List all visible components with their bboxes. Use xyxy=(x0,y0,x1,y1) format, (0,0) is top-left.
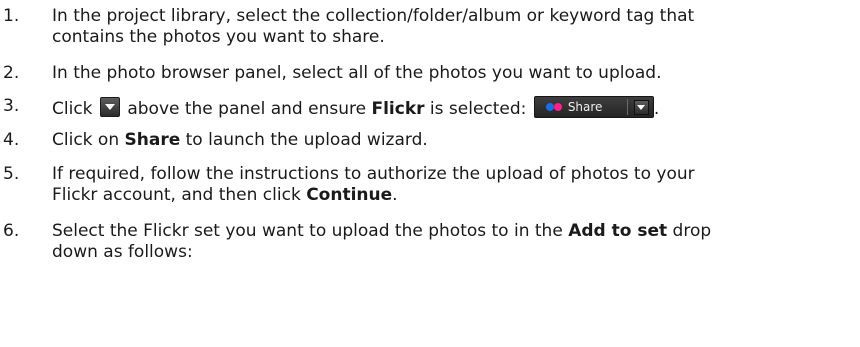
step-text: In the photo browser panel, select all o… xyxy=(52,63,662,83)
step-line: Flickr account, and then click Continue. xyxy=(52,185,857,206)
step-text-part: is selected: xyxy=(429,99,527,119)
chevron-down-icon xyxy=(99,97,120,117)
step-text: Click on Share to launch the upload wiza… xyxy=(52,130,857,151)
step-number: 6. xyxy=(3,221,20,241)
step-text-part: . xyxy=(653,99,660,119)
step-line: down as follows: xyxy=(52,242,193,262)
flickr-logo-icon xyxy=(553,103,562,111)
flickr-logo-icon xyxy=(545,103,554,111)
step-text: Select the Flickr set you want to upload… xyxy=(52,221,857,263)
step-text: Click above the panel and ensure Flickr … xyxy=(52,96,857,120)
flickr-label: Flickr xyxy=(371,99,425,119)
step-line: Select the Flickr set you want to upload… xyxy=(52,221,857,242)
step-text-part: drop xyxy=(672,221,712,241)
add-to-set-label: Add to set xyxy=(568,221,668,241)
step-line: In the project library, select the colle… xyxy=(52,6,695,26)
share-label: Share xyxy=(124,130,181,150)
step-text-part: above the panel and ensure xyxy=(127,99,367,119)
step-text-part: Select the Flickr set you want to upload… xyxy=(52,221,563,241)
step-text: In the project library, select the colle… xyxy=(52,6,857,48)
step-line: If required, follow the instructions to … xyxy=(52,164,695,184)
continue-label: Continue xyxy=(306,185,393,205)
step-line: contains the photos you want to share. xyxy=(52,27,385,47)
share-button-image: Share xyxy=(533,96,654,118)
step-text-part: . xyxy=(392,185,398,205)
chevron-down-icon xyxy=(633,100,649,115)
step-number: 4. xyxy=(3,130,20,150)
step-text-part: to launch the upload wizard. xyxy=(185,130,428,150)
step-number: 1. xyxy=(3,6,20,26)
step-number: 3. xyxy=(3,96,20,116)
divider xyxy=(626,99,628,115)
share-button-label: Share xyxy=(567,100,603,114)
step-text: If required, follow the instructions to … xyxy=(52,164,857,206)
step-number: 5. xyxy=(3,164,20,184)
step-text-part: Click on xyxy=(52,130,120,150)
instruction-document: 1. In the project library, select the co… xyxy=(0,0,860,347)
step-text-part: Click xyxy=(52,99,93,119)
step-number: 2. xyxy=(3,63,20,83)
step-text-part: Flickr account, and then click xyxy=(52,185,301,205)
